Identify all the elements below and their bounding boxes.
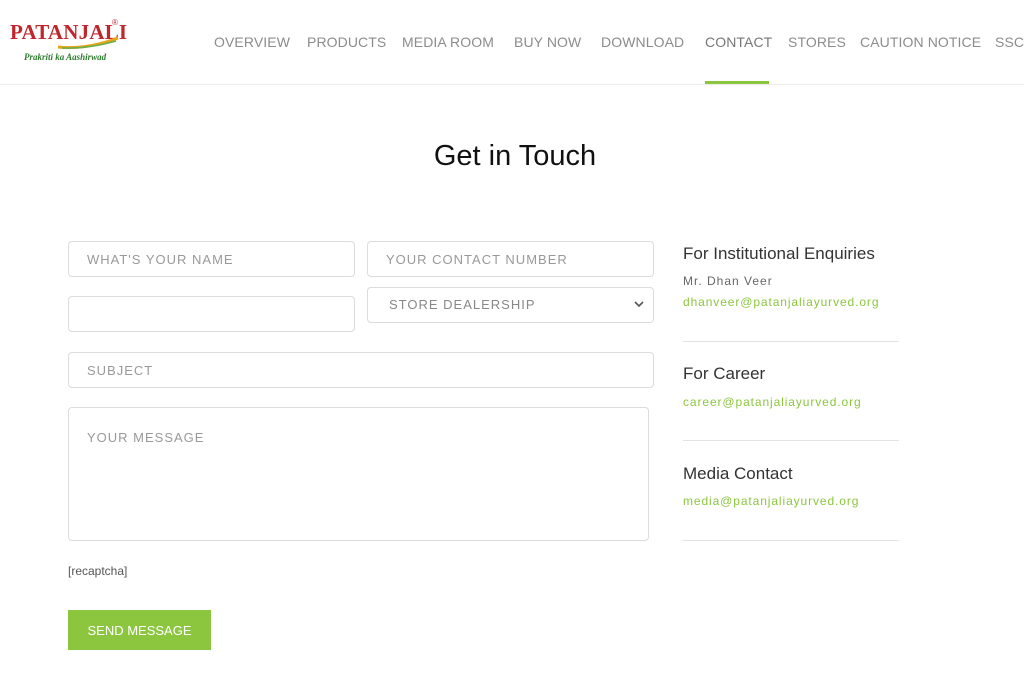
send-message-button[interactable]: SEND MESSAGE xyxy=(68,610,211,650)
nav-item-media-room[interactable]: MEDIA ROOM xyxy=(402,34,494,50)
media-email-link[interactable]: media@patanjaliayurved.org xyxy=(683,494,859,508)
name-input[interactable] xyxy=(68,241,355,277)
nav-item-overview[interactable]: OVERVIEW xyxy=(214,34,290,50)
subject-input[interactable] xyxy=(68,352,654,388)
logo-registered-mark: ® xyxy=(112,18,118,27)
nav-item-buy-now[interactable]: BUY NOW xyxy=(514,34,581,50)
chevron-down-icon xyxy=(634,301,644,308)
patanjali-logo[interactable]: PATANJALI ® Prakriti ka Aashirwad xyxy=(10,18,127,66)
nav-item-ssc[interactable]: SSC xyxy=(995,34,1024,50)
media-contact-title: Media Contact xyxy=(683,464,793,483)
nav-active-indicator xyxy=(705,81,769,84)
institutional-email-link[interactable]: dhanveer@patanjaliayurved.org xyxy=(683,295,879,309)
page-title: Get in Touch xyxy=(433,140,597,172)
nav-item-download[interactable]: DOWNLOAD xyxy=(601,34,684,50)
logo-tagline: Prakriti ka Aashirwad xyxy=(24,52,107,62)
contact-divider xyxy=(683,440,899,441)
nav-item-caution-notice[interactable]: CAUTION NOTICE xyxy=(860,34,981,50)
career-title: For Career xyxy=(683,364,766,383)
recaptcha-placeholder: [recaptcha] xyxy=(68,564,128,578)
career-email-link[interactable]: career@patanjaliayurved.org xyxy=(683,395,862,409)
email-input[interactable] xyxy=(68,296,355,332)
contact-divider xyxy=(683,540,899,541)
message-textarea[interactable] xyxy=(68,407,649,541)
nav-item-stores[interactable]: STORES xyxy=(788,34,846,50)
nav-item-products[interactable]: PRODUCTS xyxy=(307,34,386,50)
logo-swoosh-icon xyxy=(57,36,119,50)
site-header: PATANJALI ® Prakriti ka Aashirwad OVERVI… xyxy=(0,0,1024,85)
contact-number-input[interactable] xyxy=(367,241,654,277)
institutional-contact-person: Mr. Dhan Veer xyxy=(683,274,773,288)
nav-item-contact[interactable]: CONTACT xyxy=(705,34,772,50)
enquiry-type-selected: STORE DEALERSHIP xyxy=(389,297,536,312)
contact-divider xyxy=(683,341,899,342)
institutional-enquiries-title: For Institutional Enquiries xyxy=(683,244,875,263)
enquiry-type-select[interactable]: STORE DEALERSHIP xyxy=(367,287,654,323)
